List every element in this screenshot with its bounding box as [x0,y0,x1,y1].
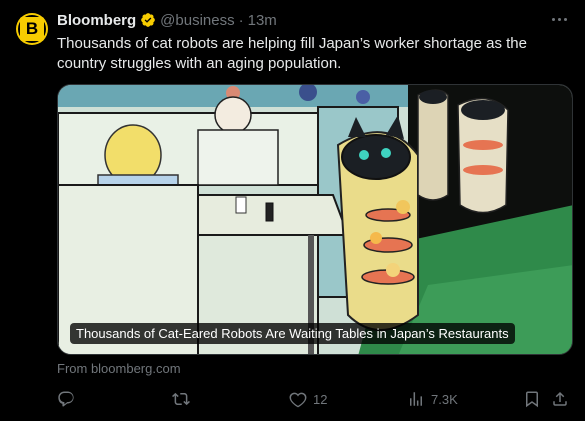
retweet-icon [172,392,190,406]
avatar[interactable]: B [16,13,48,45]
timestamp[interactable]: 13m [248,12,277,29]
author-name[interactable]: Bloomberg [57,12,136,29]
share-icon [553,391,567,406]
heart-icon [289,392,307,408]
reply-button[interactable] [57,389,81,409]
avatar-frame: B [17,14,47,44]
retweet-button[interactable] [172,389,196,409]
views-count: 7.3K [431,391,458,407]
bookmark-icon [526,391,538,408]
views-icon [410,392,422,406]
like-count: 12 [313,391,328,407]
tweet-text: Thousands of cat robots are helping fill… [57,35,527,72]
link-source[interactable]: From bloomberg.com [57,361,181,376]
views-button[interactable]: 7.3K [407,389,458,409]
more-options-icon[interactable] [549,12,569,26]
article-illustration [58,85,572,354]
more-dot [551,17,555,21]
action-bar: 12 7.3K [57,389,573,409]
verified-badge-icon[interactable] [140,12,156,28]
media-caption: Thousands of Cat-Eared Robots Are Waitin… [70,323,515,344]
share-button[interactable] [551,389,569,409]
more-dot [563,17,567,21]
media-card[interactable]: Thousands of Cat-Eared Robots Are Waitin… [57,84,573,355]
author-handle[interactable]: @business [160,12,234,29]
reply-icon [58,391,74,407]
like-button[interactable]: 12 [289,389,327,409]
separator-dot: · [238,11,244,29]
tweet-header: Bloomberg @business · 13m [57,10,277,30]
bookmark-button[interactable] [523,389,541,409]
avatar-logo: B [20,17,44,41]
more-dot [557,17,561,21]
